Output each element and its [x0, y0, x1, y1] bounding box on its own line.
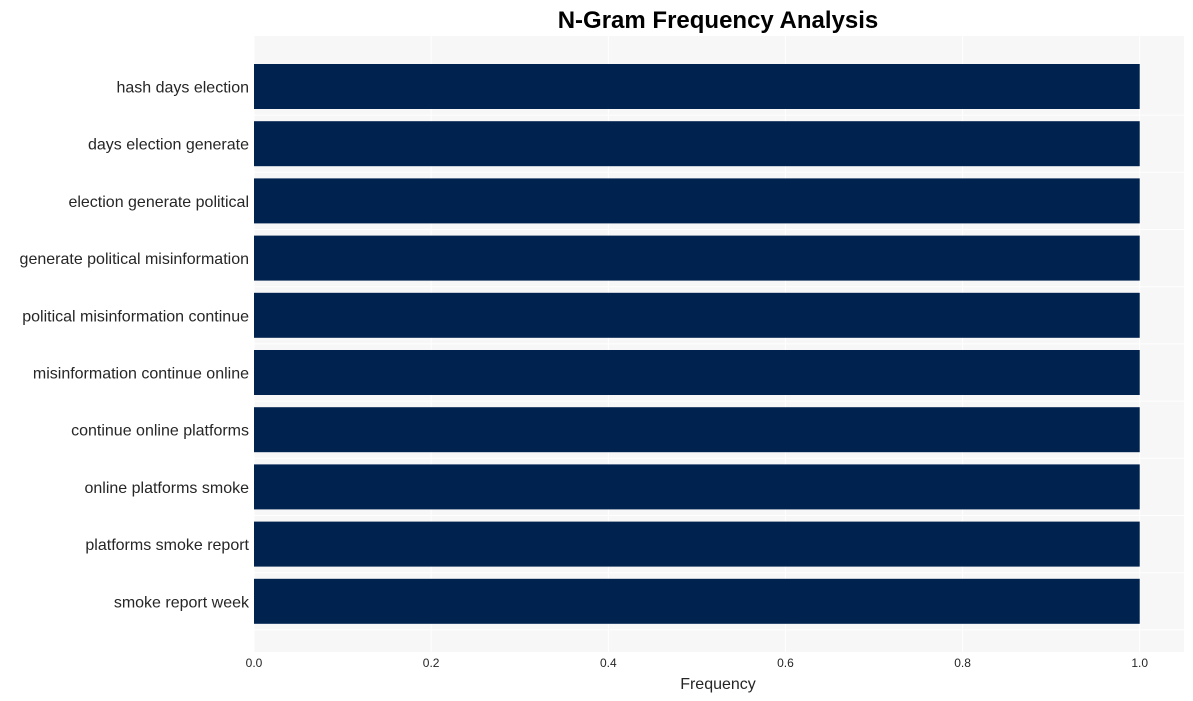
bar	[254, 407, 1140, 453]
ngram-bar-chart: hash days election days election generate…	[20, 7, 1184, 693]
x-tick-label: 0.4	[600, 656, 617, 670]
y-tick-label: generate political misinformation	[20, 251, 249, 268]
y-tick-label: days election generate	[88, 137, 249, 154]
x-tick-label: 0.2	[423, 656, 440, 670]
y-tick-label: misinformation continue online	[33, 366, 249, 383]
bar	[254, 121, 1140, 167]
bar	[254, 64, 1140, 109]
x-axis-label: Frequency	[680, 676, 756, 693]
x-tick-label: 0.6	[777, 656, 794, 670]
bar	[254, 292, 1140, 338]
bar	[254, 521, 1140, 567]
bar	[254, 464, 1140, 510]
x-tick-labels: 0.0 0.2 0.4 0.6 0.8 1.0	[246, 656, 1149, 670]
bar	[254, 235, 1140, 281]
y-tick-label: hash days election	[116, 80, 249, 97]
y-tick-label: online platforms smoke	[84, 480, 249, 497]
x-tick-label: 0.8	[954, 656, 971, 670]
y-tick-label: continue online platforms	[71, 423, 249, 440]
bar	[254, 578, 1140, 624]
bar	[254, 178, 1140, 224]
x-tick-label: 1.0	[1131, 656, 1148, 670]
y-tick-label: election generate political	[68, 194, 249, 211]
y-tick-labels: hash days election days election generate…	[20, 80, 250, 612]
bar	[254, 350, 1140, 395]
x-tick-label: 0.0	[246, 656, 263, 670]
chart-title: N-Gram Frequency Analysis	[558, 7, 879, 34]
y-tick-label: platforms smoke report	[85, 537, 249, 554]
y-tick-label: political misinformation continue	[22, 308, 249, 325]
y-tick-label: smoke report week	[114, 594, 250, 611]
